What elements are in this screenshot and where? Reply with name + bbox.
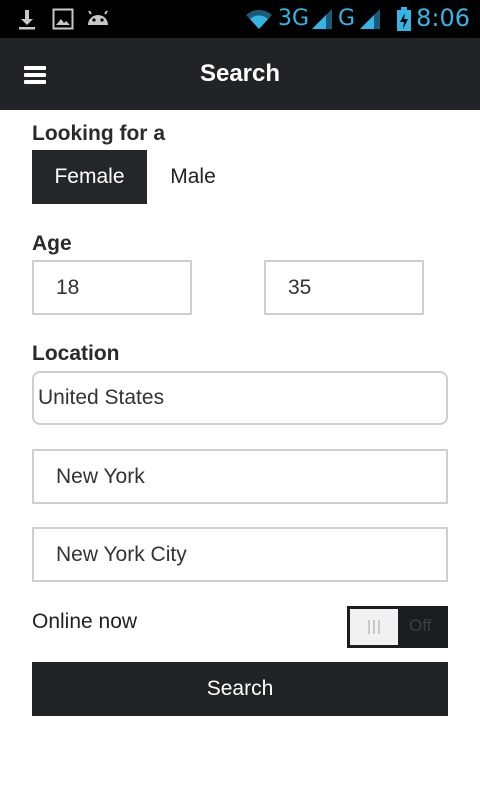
battery-charging-icon xyxy=(396,6,412,32)
age-min-input[interactable]: 18 xyxy=(32,260,192,315)
signal-strength-icon xyxy=(358,6,382,32)
toggle-off-label: Off xyxy=(409,616,432,635)
network-3g-label: 3G xyxy=(278,5,310,31)
state-input[interactable]: New York xyxy=(32,449,448,504)
status-bar: 3G G 8:06 xyxy=(0,0,480,38)
app-header: Search xyxy=(0,38,480,110)
gender-option-female[interactable]: Female xyxy=(32,150,147,204)
wifi-icon xyxy=(244,6,274,32)
online-now-toggle[interactable]: Off xyxy=(347,606,448,648)
search-button[interactable]: Search xyxy=(32,662,448,716)
location-label: Location xyxy=(32,342,120,365)
country-select[interactable]: United States xyxy=(32,371,448,425)
android-icon xyxy=(86,6,110,32)
toggle-knob[interactable] xyxy=(350,609,398,645)
status-time: 8:06 xyxy=(416,4,470,32)
network-g-label: G xyxy=(338,5,356,31)
gender-label: Looking for a xyxy=(32,122,165,145)
download-icon xyxy=(16,6,38,32)
page-title: Search xyxy=(199,60,281,87)
online-now-label: Online now xyxy=(32,610,138,633)
age-max-input[interactable]: 35 xyxy=(264,260,424,315)
signal-strength-icon xyxy=(310,6,334,32)
age-label: Age xyxy=(32,232,72,255)
gender-option-male[interactable]: Male xyxy=(147,150,239,204)
city-input[interactable]: New York City xyxy=(32,527,448,582)
image-icon xyxy=(52,6,74,32)
